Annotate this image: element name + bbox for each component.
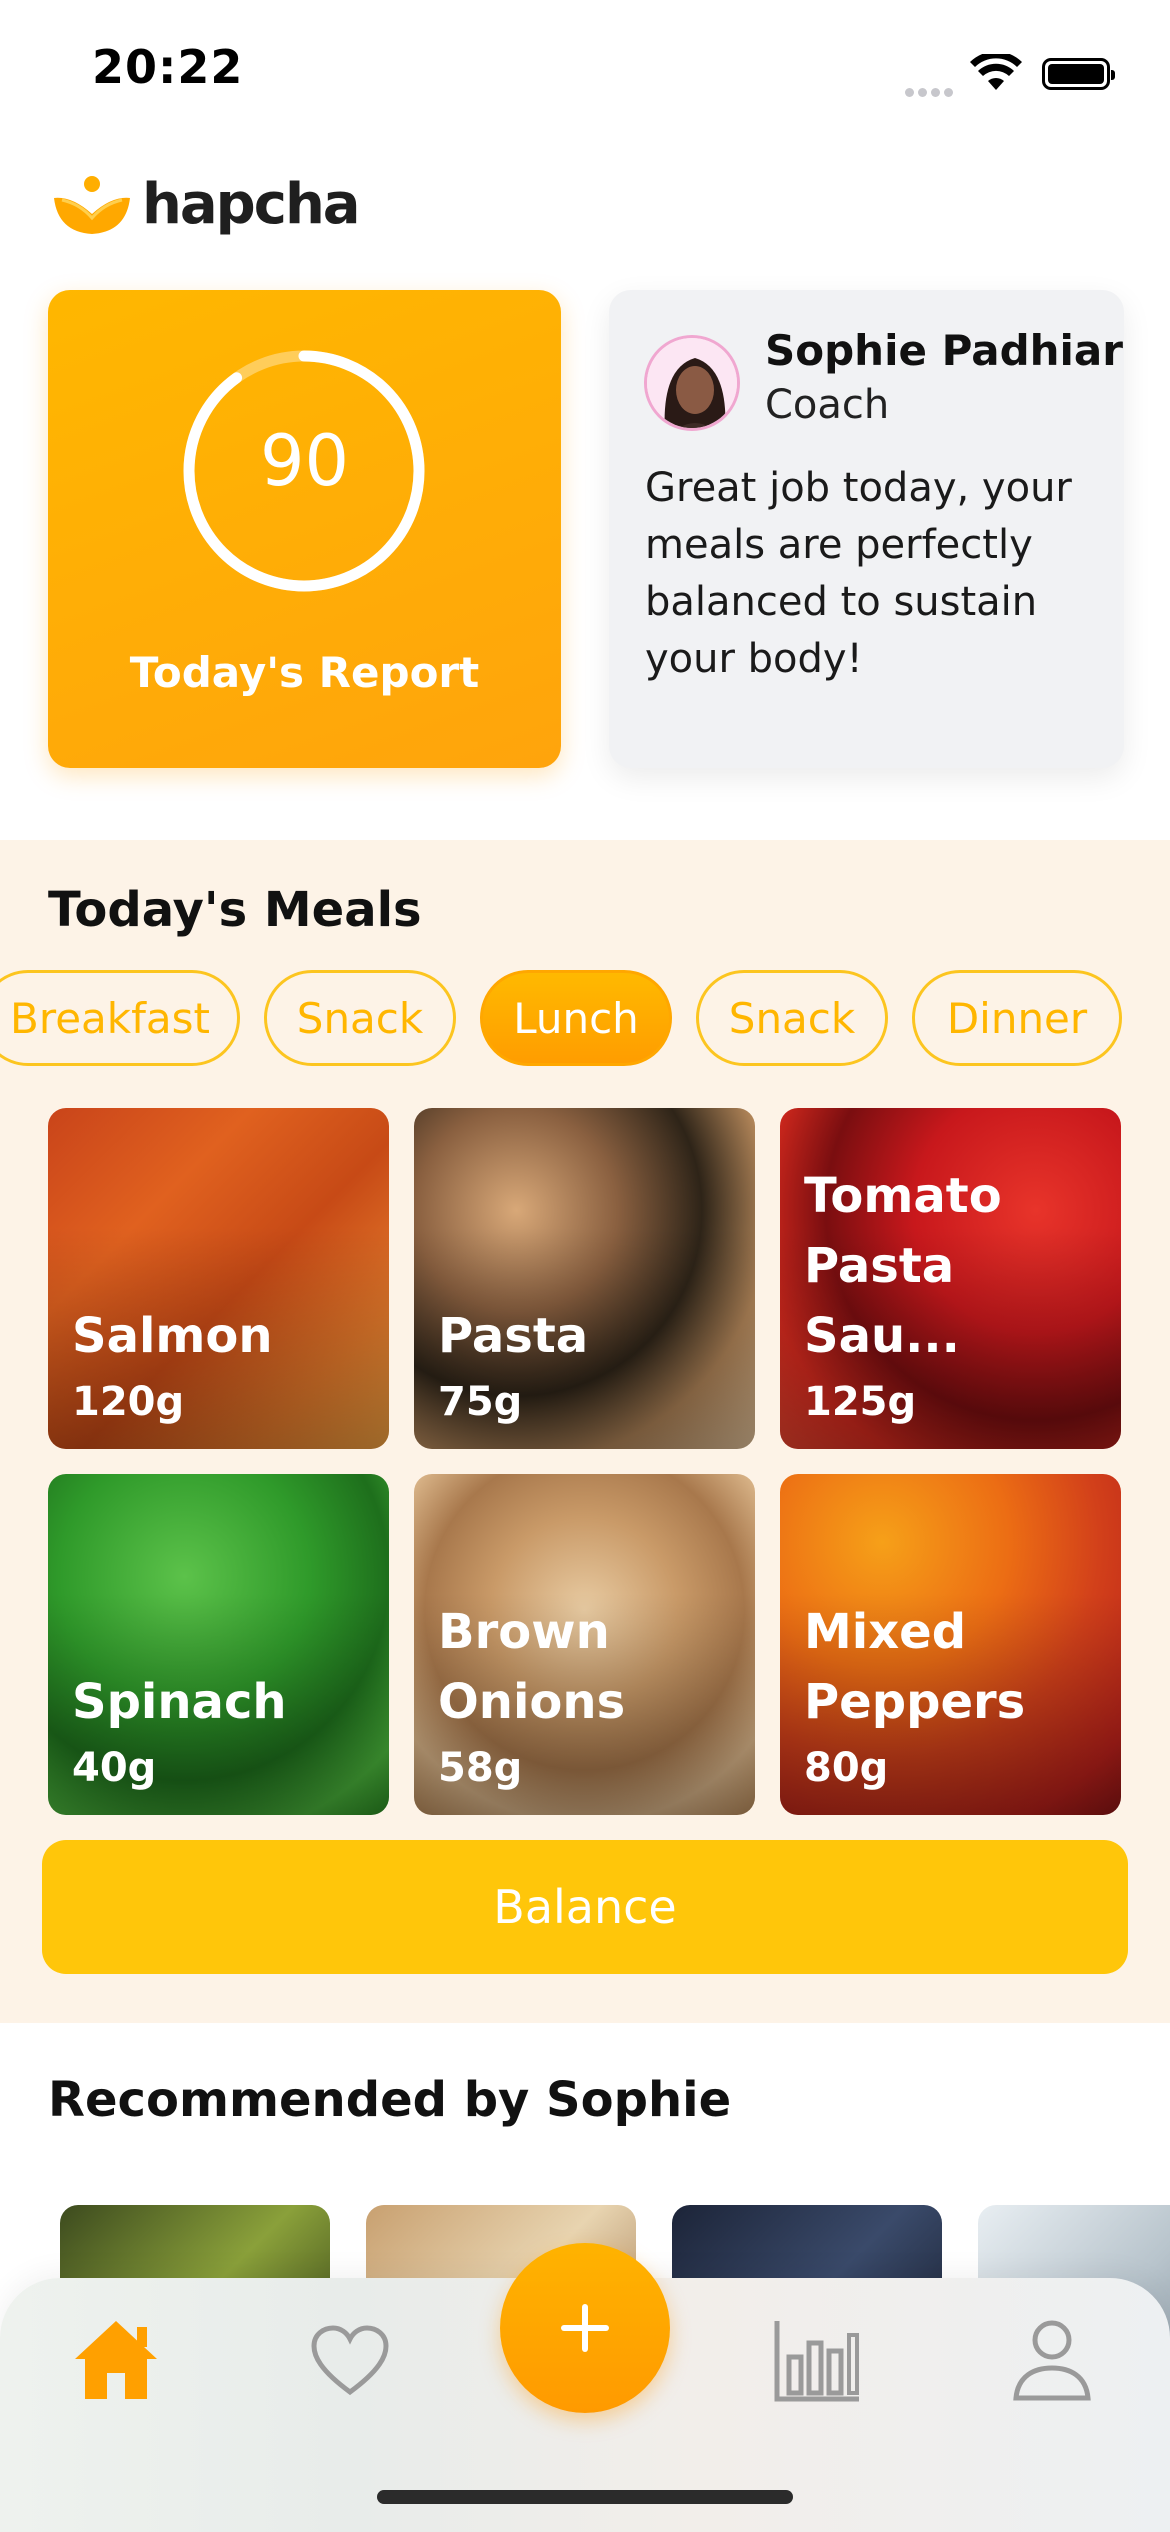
report-label: Today's Report (129, 648, 480, 697)
plus-icon (561, 2304, 609, 2352)
tab-lunch[interactable]: Lunch (480, 970, 672, 1066)
hapcha-logo-icon (54, 175, 130, 234)
coach-role: Coach (765, 382, 890, 428)
meal-item-salmon[interactable]: Salmon 120g (48, 1108, 389, 1449)
home-icon[interactable] (66, 2310, 166, 2410)
coach-message: Great job today, your meals are perfectl… (645, 465, 1072, 682)
profile-icon[interactable] (1002, 2310, 1102, 2410)
meal-weight: 80g (804, 1745, 889, 1791)
heart-icon[interactable] (300, 2310, 400, 2410)
meal-weight: 58g (438, 1745, 523, 1791)
cellular-signal-icon (905, 82, 957, 101)
meals-title: Today's Meals (48, 882, 422, 938)
coach-avatar (644, 335, 740, 431)
meal-tabs: Breakfast Snack Lunch Snack Dinner (0, 970, 1170, 1068)
meal-name: Pasta (438, 1308, 589, 1364)
meal-item-brown-onions[interactable]: Brown Onions 58g (414, 1474, 755, 1815)
meal-name: Tomato Pasta Sau... (804, 1168, 1002, 1364)
coach-name: Sophie Padhiar (765, 326, 1123, 375)
meal-item-spinach[interactable]: Spinach 40g (48, 1474, 389, 1815)
brand-name: hapcha (142, 172, 361, 237)
coach-message-card[interactable]: Sophie Padhiar Coach Great job today, yo… (609, 290, 1124, 768)
tab-snack-afternoon[interactable]: Snack (696, 970, 888, 1066)
balance-button[interactable]: Balance (42, 1840, 1128, 1974)
meal-weight: 40g (72, 1745, 157, 1791)
wifi-icon (970, 51, 1022, 96)
chart-icon[interactable] (768, 2310, 868, 2410)
home-indicator (377, 2490, 793, 2504)
meal-name: Brown Onions (438, 1604, 626, 1730)
meal-name: Mixed Peppers (804, 1604, 1026, 1730)
meal-name: Spinach (72, 1674, 287, 1730)
meal-weight: 75g (438, 1379, 523, 1425)
tab-snack-morning[interactable]: Snack (264, 970, 456, 1066)
meal-item-pasta[interactable]: Pasta 75g (414, 1108, 755, 1449)
meal-weight: 120g (72, 1379, 185, 1425)
battery-icon (1042, 58, 1115, 90)
meal-weight: 125g (804, 1379, 917, 1425)
report-score: 90 (259, 420, 350, 502)
meal-item-mixed-peppers[interactable]: Mixed Peppers 80g (780, 1474, 1121, 1815)
tab-breakfast[interactable]: Breakfast (0, 970, 240, 1066)
todays-meals-section: Today's Meals Breakfast Snack Lunch Snac… (0, 840, 1170, 2023)
todays-report-card[interactable]: 90 Today's Report (48, 290, 561, 768)
add-meal-button[interactable] (500, 2243, 670, 2413)
meal-item-tomato-pasta-sauce[interactable]: Tomato Pasta Sau... 125g (780, 1108, 1121, 1449)
app-logo: hapcha (52, 172, 361, 237)
meal-name: Salmon (72, 1308, 273, 1364)
tab-dinner[interactable]: Dinner (912, 970, 1122, 1066)
status-time: 20:22 (92, 40, 244, 94)
recommended-title: Recommended by Sophie (48, 2072, 732, 2128)
